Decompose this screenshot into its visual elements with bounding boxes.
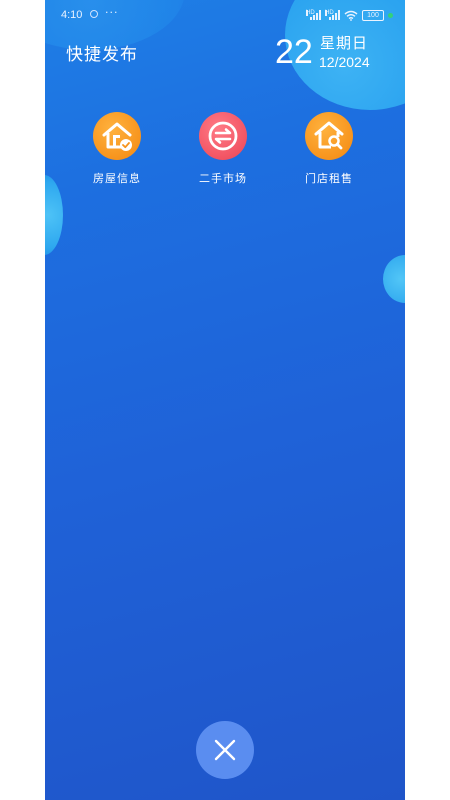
decor-bubble — [383, 255, 405, 303]
more-notifications-icon: ··· — [105, 6, 119, 19]
wifi-icon — [344, 10, 358, 21]
date-display: 22 星期日 12/2024 — [275, 32, 385, 72]
status-time: 4:10 — [61, 9, 83, 21]
shortcut-label: 门店租售 — [305, 172, 353, 185]
date-month-year: 12/2024 — [319, 54, 370, 70]
decor-bubble — [45, 175, 63, 255]
exchange-icon[interactable] — [199, 112, 247, 160]
close-button[interactable] — [196, 721, 254, 779]
house-check-icon[interactable] — [93, 112, 141, 160]
status-bar: 4:10 ··· HD HD 100 — [45, 0, 405, 30]
cellular-signal-icon: HD — [306, 10, 321, 20]
battery-icon: 100 — [362, 9, 384, 21]
close-icon[interactable] — [196, 721, 254, 779]
signal-tag: HD — [306, 10, 315, 16]
shortcut-second-hand-market[interactable]: 二手市场 — [178, 112, 268, 186]
house-search-icon[interactable] — [305, 112, 353, 160]
date-weekday: 星期日 — [320, 34, 369, 52]
shortcut-label: 二手市场 — [199, 172, 247, 185]
shortcut-store-rent-sale[interactable]: 门店租售 — [284, 112, 374, 186]
page-title: 快捷发布 — [66, 45, 138, 65]
cellular-signal-icon: HD — [325, 10, 340, 20]
quick-publish-panel: 4:10 ··· HD HD 100 快捷发布 22 星期日 12/2024 房… — [45, 0, 405, 800]
shortcut-label: 房屋信息 — [93, 172, 141, 185]
date-day: 22 — [275, 33, 313, 71]
screen: 4:10 ··· HD HD 100 快捷发布 22 星期日 12/2024 房… — [0, 0, 450, 800]
privacy-indicator-icon — [388, 12, 393, 18]
shortcut-house-info[interactable]: 房屋信息 — [72, 112, 162, 186]
sync-icon — [90, 10, 98, 18]
signal-tag: HD — [325, 10, 334, 16]
status-indicators: HD HD 100 — [306, 9, 393, 21]
